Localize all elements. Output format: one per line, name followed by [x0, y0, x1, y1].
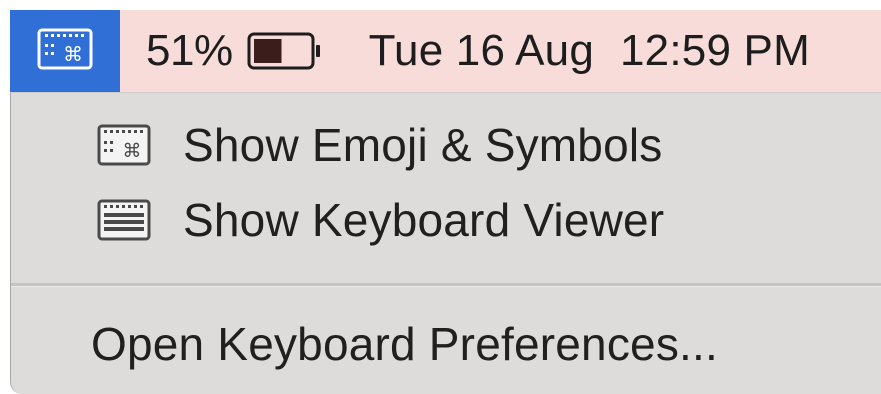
input-dropdown-menu: ⌘ Show Emoji & Symbols Show Keyboard Vie… [10, 92, 881, 394]
clock-date: Tue 16 Aug [368, 26, 595, 75]
keyboard-viewer-icon [97, 199, 151, 241]
keyboard-command-icon: ⌘ [37, 28, 93, 75]
menu-item-label: Show Emoji & Symbols [183, 119, 663, 171]
clock-time: 12:59 PM [620, 26, 810, 75]
screen: ⌘ 51% Tue 16 Aug 12:59 PM ⌘ Show Emoji &… [0, 0, 881, 394]
menu-item-label: Open Keyboard Preferences... [91, 318, 718, 370]
battery-icon[interactable] [247, 31, 323, 71]
svg-text:⌘: ⌘ [123, 140, 142, 162]
menu-bar: ⌘ 51% Tue 16 Aug 12:59 PM [10, 10, 881, 92]
menu-item-show-keyboard-viewer[interactable]: Show Keyboard Viewer [97, 190, 664, 250]
menu-item-open-keyboard-preferences[interactable]: Open Keyboard Preferences... [91, 314, 718, 374]
menu-bar-clock[interactable]: Tue 16 Aug 12:59 PM [369, 26, 810, 76]
battery-percentage[interactable]: 51% [146, 26, 233, 76]
emoji-symbols-icon: ⌘ [97, 124, 151, 166]
menu-separator [11, 283, 881, 287]
input-menu-button[interactable]: ⌘ [10, 10, 120, 92]
menu-item-show-emoji-symbols[interactable]: ⌘ Show Emoji & Symbols [97, 115, 663, 175]
svg-text:⌘: ⌘ [63, 42, 83, 66]
menu-item-label: Show Keyboard Viewer [183, 194, 665, 246]
